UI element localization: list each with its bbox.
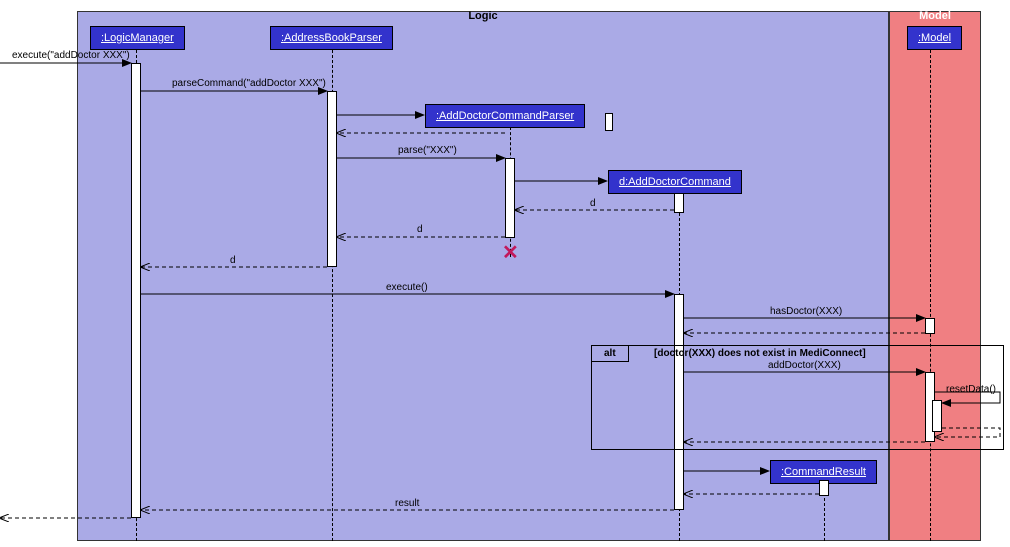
package-model-label: Model xyxy=(919,10,951,22)
header-address-book-parser: :AddressBookParser xyxy=(270,26,393,50)
msg-resetdata: resetData() xyxy=(946,384,996,395)
msg-hasdoctor: hasDoctor(XXX) xyxy=(770,306,842,317)
msg-result: result xyxy=(395,498,419,509)
activation-logic-manager xyxy=(131,63,141,518)
msg-adddoctor: addDoctor(XXX) xyxy=(768,360,841,371)
sequence-diagram-canvas: Logic Model :LogicManager :AddressBookPa… xyxy=(0,0,1010,547)
package-logic-label: Logic xyxy=(468,10,497,22)
activation-parser xyxy=(327,91,337,267)
msg-parsecommand: parseCommand("addDoctor XXX") xyxy=(172,78,326,89)
alt-operator: alt xyxy=(592,346,629,362)
msg-d-3: d xyxy=(230,255,236,266)
header-add-doctor-command: d:AddDoctorCommand xyxy=(608,170,742,194)
package-model: Model xyxy=(889,11,981,541)
msg-d-2: d xyxy=(417,224,423,235)
package-logic: Logic xyxy=(77,11,889,541)
msg-parse: parse("XXX") xyxy=(398,145,457,156)
activation-command-result xyxy=(819,480,829,496)
header-model: :Model xyxy=(907,26,962,50)
msg-execute: execute() xyxy=(386,282,428,293)
lifeline-model xyxy=(930,50,931,541)
header-add-doctor-command-parser: :AddDoctorCommandParser xyxy=(425,104,585,128)
activation-cmd-create xyxy=(674,193,684,213)
destroy-icon: ✕ xyxy=(502,240,519,265)
activation-cmdparser-1 xyxy=(605,113,613,131)
msg-d-1: d xyxy=(590,198,596,209)
activation-cmdparser-2 xyxy=(505,158,515,238)
alt-guard: [doctor(XXX) does not exist in MediConne… xyxy=(654,348,866,359)
header-logic-manager: :LogicManager xyxy=(90,26,185,50)
activation-model-has xyxy=(925,318,935,334)
msg-execute-adddoctor: execute("addDoctor XXX") xyxy=(12,50,130,61)
